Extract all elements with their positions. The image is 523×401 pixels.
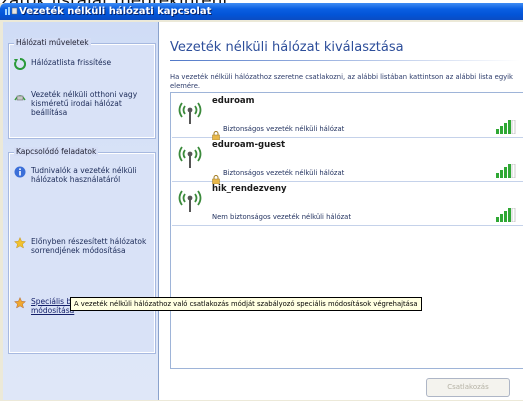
intro-text: Ha vezeték nélküli hálózathoz szeretne c…: [170, 73, 513, 90]
main-panel: Vezeték nélküli hálózat kiválasztása Ha …: [158, 22, 523, 400]
task-pane: Hálózati műveletek Hálózatlista frissíté…: [3, 22, 158, 400]
page-title: Vezeték nélküli hálózat kiválasztása: [170, 40, 404, 55]
network-list[interactable]: eduroam Biztonságos vezeték nélküli háló…: [170, 92, 523, 369]
change-network-order-label: Előnyben részesített hálózatok sorrendjé…: [31, 237, 147, 255]
title-bar[interactable]: Vezeték nélküli hálózati kapcsolat: [0, 3, 523, 20]
home-network-icon: [14, 90, 26, 102]
settings-star-icon: [13, 296, 27, 309]
network-tasks-title: Hálózati műveletek: [14, 38, 91, 47]
refresh-icon: [14, 57, 27, 70]
wireless-antenna-icon: [175, 99, 205, 125]
network-item-eduroam-guest[interactable]: eduroam-guest Biztonságos vezeték nélkül…: [172, 138, 523, 185]
network-name: hik_rendezveny: [212, 184, 287, 194]
network-tasks-group: Hálózati műveletek Hálózatlista frissíté…: [8, 38, 156, 139]
network-name: eduroam: [212, 96, 255, 106]
lock-icon: [212, 169, 220, 185]
connect-button[interactable]: Csatlakozás: [426, 378, 510, 397]
tooltip: A vezeték nélküli hálózathoz való csatla…: [70, 297, 422, 311]
wireless-antenna-icon: [175, 143, 205, 169]
signal-strength-icon: [495, 163, 517, 179]
star-icon: [13, 236, 27, 249]
signal-strength-icon: [495, 207, 517, 223]
network-security-status: Nem biztonságos vezeték nélküli hálózat: [212, 213, 351, 221]
learn-wireless-label: Tudnivalók a vezeték nélküli hálózatok h…: [31, 166, 137, 184]
window-title: Vezeték nélküli hálózati kapcsolat: [19, 6, 212, 17]
network-item-eduroam[interactable]: eduroam Biztonságos vezeték nélküli háló…: [172, 94, 523, 141]
lock-icon: [212, 125, 220, 141]
refresh-network-list-label: Hálózatlista frissítése: [31, 58, 112, 67]
wireless-window: Vezeték nélküli hálózati kapcsolat Hálóz…: [0, 3, 523, 401]
signal-strength-icon: [495, 119, 517, 135]
network-name: eduroam-guest: [212, 140, 286, 150]
wireless-network-icon: [4, 6, 18, 17]
setup-home-network-label: Vezeték nélküli otthoni vagy kisméretű i…: [31, 90, 138, 117]
network-item-hik-rendezveny[interactable]: hik_rendezveny Nem biztonságos vezeték n…: [172, 182, 523, 226]
related-tasks-title: Kapcsolódó feladatok: [14, 147, 99, 156]
info-icon: [14, 166, 26, 178]
related-tasks-group: Kapcsolódó feladatok Tudnivalók a vezeté…: [8, 147, 156, 354]
heading-divider: [170, 60, 520, 61]
network-security-status: Biztonságos vezeték nélküli hálózat: [223, 125, 345, 133]
wireless-antenna-icon: [175, 187, 205, 213]
network-security-status: Biztonságos vezeték nélküli hálózat: [223, 169, 345, 177]
